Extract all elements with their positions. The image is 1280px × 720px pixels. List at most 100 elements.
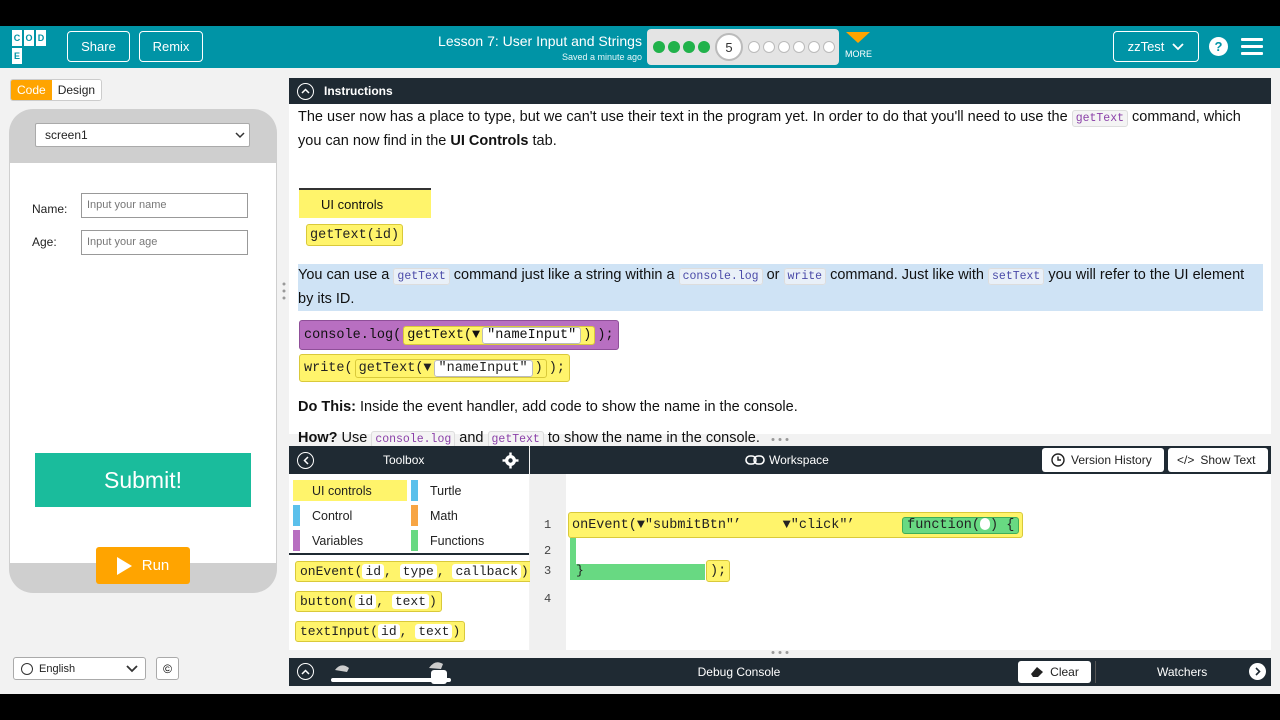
show-text-button[interactable]: </> Show Text: [1168, 448, 1268, 472]
toolbox-category[interactable]: Math: [411, 505, 458, 526]
link-icon: [745, 455, 765, 465]
level-dot-completed[interactable]: [683, 41, 695, 53]
more-button[interactable]: MORE: [845, 32, 872, 59]
help-icon[interactable]: ?: [1209, 37, 1228, 56]
block-text: onEvent(: [572, 517, 637, 533]
function-body-slot[interactable]: [570, 538, 705, 580]
dropdown-arrow-icon: ▼: [423, 360, 432, 376]
instructions-title: Instructions: [324, 84, 393, 98]
dropdown-arrow-icon[interactable]: ▼: [783, 518, 791, 533]
toolbox-block[interactable]: onEvent(id, type, callback): [295, 561, 534, 582]
logo-letter: C: [12, 30, 22, 46]
chevron-down-icon: [126, 664, 138, 672]
user-name: zzTest: [1127, 39, 1165, 54]
toolbox-block[interactable]: textInput(id, text): [295, 621, 466, 642]
resize-handle[interactable]: [770, 437, 790, 442]
level-dot-completed[interactable]: [698, 41, 710, 53]
watchers-title: Watchers: [1157, 665, 1208, 679]
copyright-button[interactable]: ©: [156, 657, 179, 680]
hamburger-menu-icon[interactable]: [1241, 38, 1263, 55]
clock-icon: [1051, 453, 1065, 467]
write-example-block: write( getText(▼ "nameInput") );: [299, 354, 570, 382]
resize-handle[interactable]: [770, 650, 790, 655]
debug-console-bar: Debug Console Clear Watchers: [289, 658, 1271, 686]
close-brace: }: [576, 562, 584, 578]
code-snippet: getText: [393, 268, 450, 285]
category-label: Control: [312, 508, 353, 523]
toolbox-block[interactable]: button(id, text): [295, 591, 442, 612]
console-log-example-block: console.log( getText(▼ "nameInput") );: [299, 320, 619, 350]
collapse-left-icon[interactable]: [297, 451, 314, 469]
bold-text: UI Controls: [450, 133, 529, 149]
block-arg: id: [354, 594, 377, 609]
string-value[interactable]: "submitBtn": [645, 518, 734, 533]
run-label: Run: [141, 557, 170, 574]
toolbox-category[interactable]: Functions: [411, 530, 484, 551]
level-dot[interactable]: [763, 41, 775, 53]
version-history-label: Version History: [1071, 453, 1152, 467]
toolbox-category[interactable]: Variables: [293, 530, 363, 551]
level-dot-completed[interactable]: [653, 41, 665, 53]
code-design-tabs: Code Design: [10, 79, 103, 101]
top-bar: C O D E Share Remix Lesson 7: User Input…: [0, 26, 1280, 68]
remix-button[interactable]: Remix: [139, 31, 203, 62]
block-text: );: [597, 327, 614, 343]
show-text-label: Show Text: [1200, 453, 1256, 467]
resize-handle[interactable]: [282, 281, 286, 301]
function-block[interactable]: function() {: [902, 516, 1020, 534]
text: tab.: [532, 133, 557, 149]
block-text: getText(: [358, 360, 424, 376]
instructions-header: Instructions: [289, 78, 1271, 104]
onevent-block[interactable]: onEvent( ▼ "submitBtn", ▼ "click", functio…: [568, 510, 1024, 538]
submit-button[interactable]: Submit!: [35, 453, 251, 507]
level-dot[interactable]: [808, 41, 820, 53]
level-dot[interactable]: [748, 41, 760, 53]
string-value: "nameInput": [482, 326, 582, 344]
clear-button[interactable]: Clear: [1018, 661, 1091, 683]
level-progress: 5: [647, 29, 839, 65]
block-text: console.log(: [304, 327, 402, 343]
dropdown-arrow-icon[interactable]: ▼: [637, 518, 645, 533]
user-menu-button[interactable]: zzTest: [1113, 31, 1199, 62]
current-level-dot[interactable]: 5: [715, 33, 743, 61]
instruction-paragraph-highlighted: You can use a getText command just like …: [298, 264, 1263, 311]
line-number: 4: [544, 592, 552, 606]
play-icon: [116, 556, 132, 575]
version-history-button[interactable]: Version History: [1042, 448, 1164, 472]
name-input[interactable]: Input your name: [81, 193, 248, 218]
speed-slider[interactable]: [329, 660, 455, 684]
expand-up-icon[interactable]: [297, 663, 314, 680]
toolbox-category[interactable]: UI controls: [293, 480, 407, 501]
level-dot-completed[interactable]: [668, 41, 680, 53]
run-button[interactable]: Run: [96, 547, 190, 584]
share-button[interactable]: Share: [67, 31, 130, 62]
toolbox-category[interactable]: Turtle: [411, 480, 462, 501]
toolbox-title: Toolbox: [383, 453, 425, 467]
code-snippet: getText: [1071, 110, 1128, 127]
block-arg: text: [391, 594, 430, 609]
language-select[interactable]: English: [13, 657, 146, 680]
tab-design[interactable]: Design: [51, 80, 102, 100]
line-number: 2: [544, 544, 552, 558]
gear-icon[interactable]: [502, 452, 519, 469]
toolbox-category[interactable]: Control: [293, 505, 352, 526]
screen-select[interactable]: screen1: [35, 123, 250, 147]
collapse-up-icon[interactable]: [297, 82, 314, 100]
tab-code[interactable]: Code: [11, 80, 52, 100]
block-arg: type: [399, 564, 437, 579]
level-dot[interactable]: [778, 41, 790, 53]
logo-letter: E: [12, 48, 22, 64]
category-label: UI controls: [312, 483, 372, 498]
level-dot[interactable]: [823, 41, 835, 53]
line-number: 1: [544, 518, 552, 532]
string-value[interactable]: "click": [791, 518, 848, 533]
level-dot[interactable]: [793, 41, 805, 53]
chevron-right-icon[interactable]: [1249, 663, 1266, 680]
age-input[interactable]: Input your age: [81, 230, 248, 255]
language-value: English: [39, 662, 76, 675]
code-brackets-icon: </>: [1177, 453, 1195, 467]
code-logo[interactable]: C O D E: [12, 30, 46, 64]
block-name: button(: [300, 594, 355, 609]
toolbox-header: Toolbox: [289, 446, 529, 474]
divider: [1095, 661, 1096, 683]
